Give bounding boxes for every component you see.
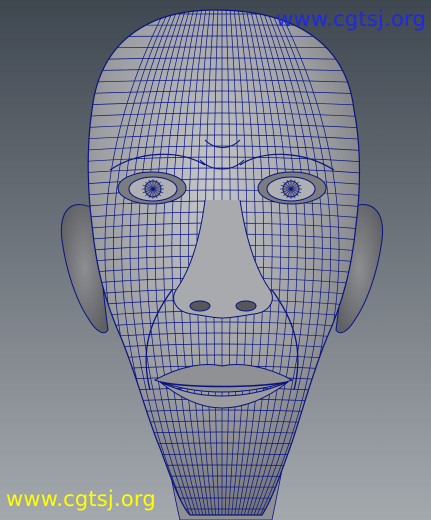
- head-wireframe-render: [0, 0, 431, 520]
- right-nostril: [235, 300, 257, 312]
- maya-viewport[interactable]: www.cgtsj.org www.cgtsj.org: [0, 0, 431, 520]
- watermark-bottom-left: www.cgtsj.org: [6, 487, 156, 511]
- watermark-top-right: www.cgtsj.org: [276, 7, 426, 31]
- left-nostril: [189, 300, 211, 312]
